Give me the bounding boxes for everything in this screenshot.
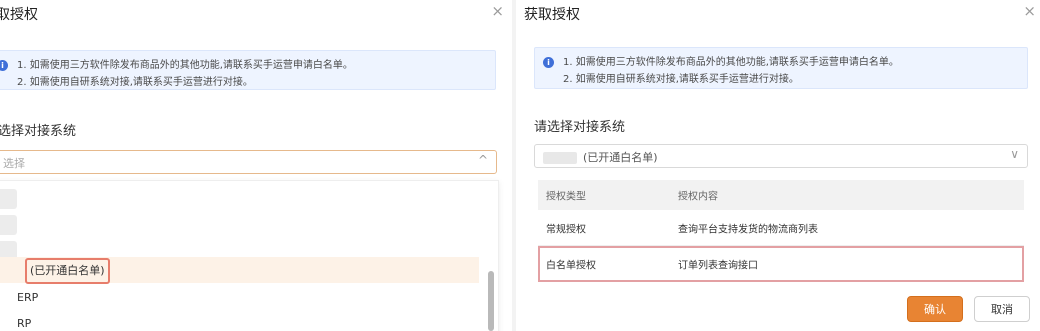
system-select[interactable]: 选择 ^ (0, 150, 497, 174)
close-icon[interactable]: × (491, 2, 504, 20)
dialog-title: 获取授权 (524, 7, 580, 23)
header-auth-content: 授权内容 (678, 191, 718, 203)
table-header: 授权类型 授权内容 (538, 180, 1024, 210)
chevron-down-icon: ∨ (1010, 147, 1019, 161)
field-label: 请选择对接系统 (534, 120, 626, 135)
table-row-highlighted: 白名单授权 订单列表查询接口 (538, 246, 1024, 282)
whitelist-tag: (已开通白名单) (25, 258, 110, 284)
option-label: ERP (17, 291, 39, 304)
close-icon[interactable]: × (1023, 2, 1036, 20)
header-auth-type: 授权类型 (546, 191, 586, 203)
cancel-button[interactable]: 取消 (974, 296, 1030, 322)
field-label: 选择对接系统 (0, 124, 77, 139)
selected-system: (已开通白名单) (543, 149, 658, 165)
dropdown-option-whitelisted[interactable]: (已开通白名单) (0, 257, 479, 284)
system-select[interactable]: (已开通白名单) ∨ (534, 144, 1028, 168)
notice-line-1: 1. 如需使用三方软件除发布商品外的其他功能,请联系买手运营申请白名单。 (17, 60, 353, 71)
auth-table: 授权类型 授权内容 常规授权 查询平台支持发货的物流商列表 白名单授权 订单列表… (538, 180, 1024, 282)
notice-line-2: 2. 如需使用自研系统对接,请联系买手运营进行对接。 (17, 77, 253, 88)
scrollbar-thumb[interactable] (488, 271, 494, 331)
select-placeholder: 选择 (3, 157, 25, 170)
notice-line-1: 1. 如需使用三方软件除发布商品外的其他功能,请联系买手运营申请白名单。 (563, 57, 899, 68)
system-dropdown: (已开通白名单) ERP RP (0, 180, 499, 331)
notice-line-2: 2. 如需使用自研系统对接,请联系买手运营进行对接。 (563, 74, 799, 85)
auth-type: 常规授权 (546, 224, 586, 235)
selected-tag: (已开通白名单) (583, 151, 658, 164)
blurred-option[interactable] (0, 215, 17, 235)
notice-banner: i 1. 如需使用三方软件除发布商品外的其他功能,请联系买手运营申请白名单。 2… (0, 50, 496, 90)
option-label: RP (17, 317, 32, 330)
notice-banner: i 1. 如需使用三方软件除发布商品外的其他功能,请联系买手运营申请白名单。 2… (534, 47, 1028, 89)
dialog-title: 取授权 (0, 7, 38, 23)
auth-content: 订单列表查询接口 (678, 260, 758, 271)
chevron-up-icon: ^ (477, 153, 488, 167)
dropdown-option[interactable]: ERP (0, 285, 479, 311)
info-icon: i (543, 57, 554, 68)
blurred-system-name (543, 152, 577, 164)
auth-content: 查询平台支持发货的物流商列表 (678, 224, 818, 235)
blurred-option[interactable] (0, 189, 17, 209)
left-dialog: 取授权 × i 1. 如需使用三方软件除发布商品外的其他功能,请联系买手运营申请… (0, 0, 512, 331)
dropdown-option[interactable]: RP (0, 311, 479, 331)
confirm-button[interactable]: 确认 (907, 296, 963, 322)
auth-type: 白名单授权 (546, 260, 596, 271)
table-row: 常规授权 查询平台支持发货的物流商列表 (538, 210, 1024, 246)
scrollbar[interactable] (486, 181, 496, 331)
right-dialog: 获取授权 × i 1. 如需使用三方软件除发布商品外的其他功能,请联系买手运营申… (516, 0, 1040, 331)
